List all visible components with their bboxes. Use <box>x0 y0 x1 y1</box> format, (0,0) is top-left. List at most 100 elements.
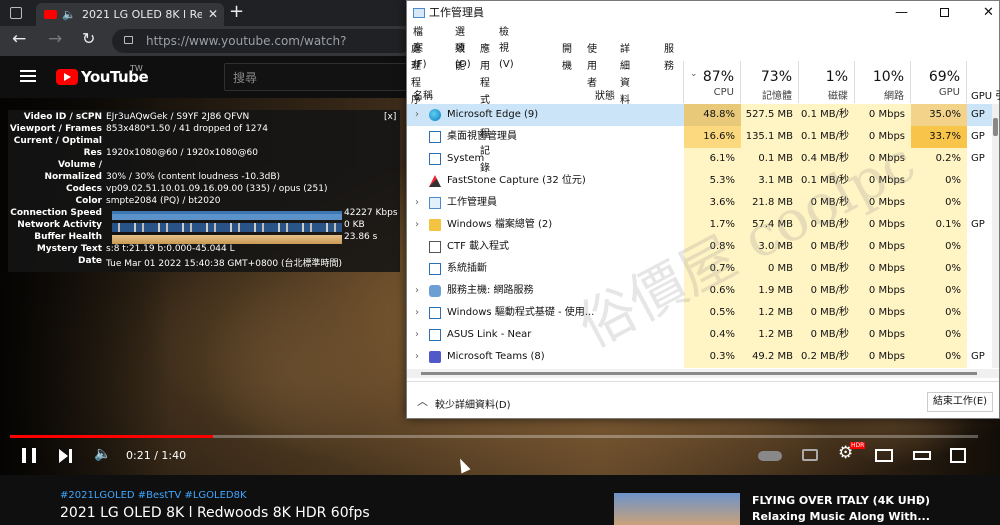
stats-value: 0 KB <box>344 220 365 230</box>
next-bar-icon <box>69 449 72 463</box>
progress-bar-track[interactable] <box>10 435 978 438</box>
stats-value: Tue Mar 01 2022 15:40:38 GMT+0800 (台北標準時… <box>106 259 342 269</box>
time-display: 0:21 / 1:40 <box>126 449 187 462</box>
column-network[interactable]: 10% 網路 <box>855 61 911 103</box>
process-disk-cell: 0.2 MB/秒 <box>799 346 855 368</box>
process-disk-cell: 0 MB/秒 <box>799 302 855 324</box>
end-task-button[interactable]: 結束工作(E) <box>927 392 993 412</box>
process-gpu-engine-cell <box>967 192 993 214</box>
expand-chevron-icon[interactable]: › <box>415 214 419 236</box>
column-cpu[interactable]: ⌄ 87% CPU <box>684 61 741 103</box>
back-icon[interactable]: ← <box>12 29 26 49</box>
forward-icon[interactable]: → <box>48 29 62 49</box>
minimize-icon[interactable]: — <box>895 1 908 25</box>
miniplayer-icon[interactable] <box>875 449 893 462</box>
column-gpu-engine[interactable]: GPU 引 <box>967 61 1000 103</box>
address-bar[interactable]: https://www.youtube.com/watch?v=EJr3uAQw… <box>112 29 412 72</box>
next-icon[interactable] <box>59 449 68 463</box>
fewer-details-link[interactable]: 較少詳細資料(D) <box>435 396 511 411</box>
stats-value: s:8 t:21.19 b:0.000-45.044 L <box>106 244 235 254</box>
end-task-label: 結束工作(E) <box>932 396 988 407</box>
process-row[interactable]: › ASUS Link - Near 0.4% 1.2 MB 0 MB/秒 0 Mbps 0… <box>407 324 999 346</box>
sort-chevron-icon: ⌄ <box>690 69 698 79</box>
process-disk-cell: 0 MB/秒 <box>799 324 855 346</box>
related-video-subtitle[interactable]: Relaxing Music Along With... <box>752 510 930 523</box>
stats-label: Network Activity <box>17 220 102 230</box>
column-disk[interactable]: 1% 磁碟 <box>799 61 855 103</box>
fullscreen-icon[interactable] <box>950 448 966 463</box>
stats-label: Res <box>83 148 102 158</box>
process-cpu-cell: 0.3% <box>684 346 741 368</box>
pause-icon[interactable] <box>22 448 36 463</box>
window-menu-icon[interactable] <box>10 7 22 19</box>
video-hashtags[interactable]: #2021LGOLED #BestTV #LGOLED8K <box>60 490 247 501</box>
expand-chevron-icon[interactable]: › <box>415 302 419 324</box>
more-options-icon[interactable]: ⋮ <box>914 493 926 507</box>
expand-chevron-icon[interactable]: › <box>415 104 419 126</box>
search-box[interactable]: 搜尋 <box>224 63 408 91</box>
process-gpu-cell: 0.2% <box>911 148 967 170</box>
column-memory[interactable]: 73% 記憶體 <box>741 61 799 103</box>
new-tab-button[interactable]: + <box>229 0 244 24</box>
process-name: 桌面視窗管理員 <box>447 131 517 142</box>
process-gpu-cell: 0% <box>911 192 967 214</box>
process-mem-cell: 49.2 MB <box>741 346 799 368</box>
subtitles-icon[interactable] <box>802 449 818 461</box>
footer: ︿ 較少詳細資料(D) 結束工作(E) <box>407 381 999 419</box>
process-gpu-cell: 0% <box>911 302 967 324</box>
gpu-engine-label: GPU 引 <box>971 91 1000 102</box>
browser-tab-active[interactable]: 🔈 2021 LG OLED 8K l Redwoods ✕ <box>36 3 224 26</box>
stats-label: Video ID / sCPN <box>23 112 102 122</box>
hamburger-menu-icon[interactable] <box>20 70 36 82</box>
hdr-badge: HDR <box>850 442 866 449</box>
cpu-label: CPU <box>713 87 734 98</box>
horizontal-scroll-thumb[interactable] <box>421 372 977 375</box>
process-row[interactable]: 桌面視窗管理員 16.6% 135.1 MB 0.1 MB/秒 0 Mbps 33.7% G… <box>407 126 999 148</box>
process-name: 系統插斷 <box>447 263 487 274</box>
process-gpu-engine-cell: GP <box>971 109 985 120</box>
cpu-total: 87% <box>702 69 734 85</box>
process-gpu-cell: 0% <box>911 324 967 346</box>
search-input[interactable]: 搜尋 <box>233 69 257 86</box>
column-status[interactable]: 狀態 <box>589 61 684 103</box>
process-cpu-cell: 16.6% <box>684 126 741 148</box>
process-disk-cell: 0.1 MB/秒 <box>799 104 855 126</box>
expand-chevron-icon[interactable]: › <box>415 324 419 346</box>
process-gpu-engine-cell: GP <box>971 153 985 164</box>
vertical-scroll-thumb[interactable] <box>993 118 998 136</box>
vertical-scrollbar[interactable] <box>992 104 999 368</box>
speaker-icon[interactable]: 🔈 <box>62 3 76 26</box>
process-disk-cell: 0 MB/秒 <box>799 280 855 302</box>
related-video-thumbnail[interactable] <box>614 493 740 525</box>
process-row[interactable]: › Microsoft Edge (9) 48.8% 527.5 MB 0.1 MB/秒… <box>407 104 999 126</box>
related-video-title[interactable]: FLYING OVER ITALY (4K UHD) <box>752 494 930 507</box>
close-icon[interactable]: ✕ <box>983 1 994 25</box>
player-controls: 🔈 0:21 / 1:40 ⚙ HDR <box>0 430 1000 475</box>
process-net-cell: 0 Mbps <box>855 258 911 280</box>
stats-label: Connection Speed <box>10 208 102 218</box>
process-row[interactable]: › Microsoft Teams (8) 0.3% 49.2 MB 0.2 MB/秒 0… <box>407 346 999 368</box>
stats-close-button[interactable]: [x] <box>384 112 396 122</box>
expand-chevron-icon[interactable]: › <box>415 192 419 214</box>
lock-icon <box>124 36 133 44</box>
volume-icon[interactable]: 🔈 <box>94 446 111 462</box>
youtube-logo-country: TW <box>130 64 143 73</box>
tab-close-icon[interactable]: ✕ <box>208 3 218 26</box>
maximize-icon[interactable] <box>940 8 949 17</box>
collapse-chevron-icon[interactable]: ︿ <box>417 393 428 409</box>
stats-label: Volume / <box>57 160 102 170</box>
column-gpu[interactable]: 69% GPU <box>911 61 967 103</box>
window-icon <box>429 153 441 165</box>
network-activity-graph <box>112 223 342 232</box>
autoplay-toggle[interactable] <box>758 451 782 461</box>
expand-chevron-icon[interactable]: › <box>415 346 419 368</box>
reload-icon[interactable]: ↻ <box>82 29 95 48</box>
process-gpu-cell: 0% <box>911 280 967 302</box>
stats-value: 42227 Kbps <box>344 208 398 218</box>
horizontal-scrollbar[interactable] <box>407 369 999 378</box>
column-name[interactable]: 名稱 <box>407 61 589 103</box>
theater-mode-icon[interactable] <box>913 451 931 460</box>
teams-icon <box>429 351 441 363</box>
network-total: 10% <box>872 69 904 85</box>
expand-chevron-icon[interactable]: › <box>415 280 419 302</box>
